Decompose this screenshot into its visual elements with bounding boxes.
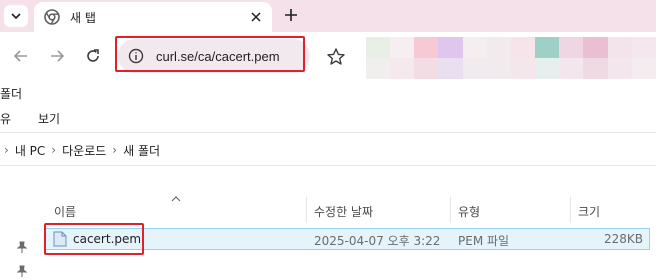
tab-list-button[interactable] — [4, 5, 28, 27]
breadcrumb-chevron-icon: › — [4, 143, 9, 157]
divider — [0, 165, 656, 166]
new-tab-icon[interactable] — [282, 6, 300, 24]
file-size: 228KB — [603, 232, 643, 246]
column-divider[interactable] — [570, 197, 571, 223]
column-type[interactable]: 유형 — [458, 203, 480, 220]
url-highlight-box — [115, 36, 305, 72]
file-modified: 2025-04-07 오후 3:22 — [314, 234, 441, 248]
reload-icon[interactable] — [84, 47, 102, 65]
tab-list-icon — [11, 13, 21, 20]
menu-item-view[interactable]: 보기 — [38, 110, 60, 127]
breadcrumb-chevron-icon: › — [112, 143, 118, 157]
breadcrumb-new-folder[interactable]: 새 폴더 — [123, 142, 160, 159]
chrome-favicon-icon — [44, 9, 60, 25]
column-divider[interactable] — [306, 197, 307, 223]
forward-icon[interactable] — [48, 47, 66, 65]
extensions-area — [366, 37, 656, 79]
column-header-row: 이름 수정한 날짜 유형 크기 — [0, 196, 656, 223]
breadcrumb-chevron-icon: › — [51, 143, 57, 157]
pin-icon — [16, 241, 28, 253]
browser-tab[interactable]: 새 탭 — [34, 2, 272, 32]
close-icon[interactable] — [248, 9, 264, 25]
window-title: 폴더 — [0, 87, 23, 101]
tab-title: 새 탭 — [70, 11, 96, 25]
bookmark-star-icon[interactable] — [326, 47, 346, 67]
column-name[interactable]: 이름 — [54, 203, 76, 220]
breadcrumb-this-pc[interactable]: 내 PC — [15, 142, 45, 159]
breadcrumb[interactable]: › 내 PC › 다운로드 › 새 폴더 — [0, 140, 160, 160]
column-divider[interactable] — [450, 197, 451, 223]
file-type: PEM 파일 — [458, 234, 510, 248]
file-explorer: 폴더 유 보기 › 내 PC › 다운로드 › 새 폴더 이름 수정한 날짜 유… — [0, 80, 656, 279]
back-icon[interactable] — [12, 47, 30, 65]
breadcrumb-downloads[interactable]: 다운로드 — [62, 142, 106, 159]
divider — [0, 132, 656, 133]
sort-up-icon — [171, 196, 181, 202]
file-highlight-box — [44, 223, 144, 255]
pin-icon — [16, 265, 28, 277]
tab-strip: 새 탭 — [0, 0, 656, 32]
column-modified[interactable]: 수정한 날짜 — [314, 203, 373, 220]
menu-item-share[interactable]: 유 — [0, 110, 11, 127]
column-size[interactable]: 크기 — [578, 203, 600, 220]
